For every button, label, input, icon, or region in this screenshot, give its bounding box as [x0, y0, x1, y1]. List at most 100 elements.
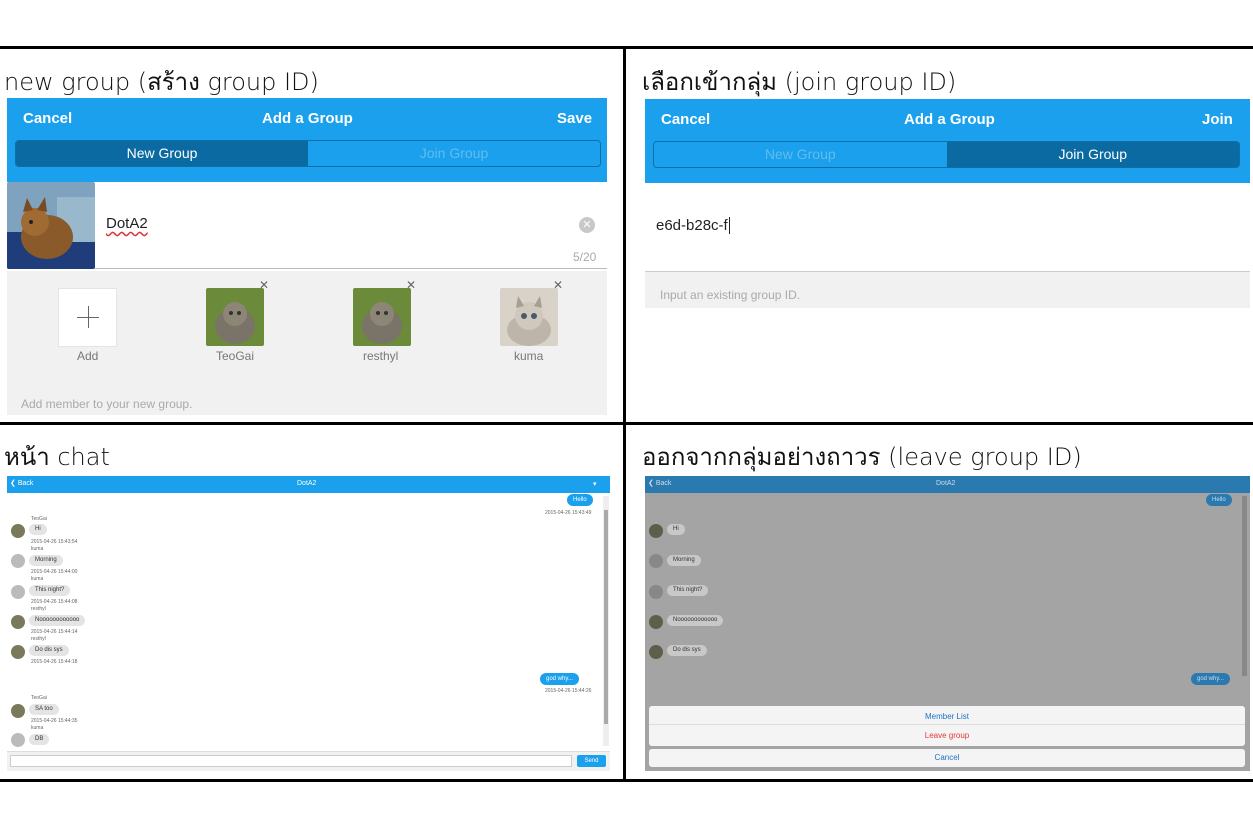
chat-title: DotA2	[297, 480, 317, 487]
message-bubble: Morning	[667, 555, 701, 566]
message-bubble: Noooooooooooo	[667, 615, 724, 626]
avatar	[649, 645, 663, 659]
cancel-button[interactable]: Cancel	[23, 110, 72, 127]
sender-name: kuma	[31, 546, 44, 552]
add-label: Add	[77, 349, 99, 363]
char-counter: 5/20	[573, 250, 597, 264]
remove-member-icon[interactable]: ✕	[259, 278, 269, 292]
message-bubble-self: Hello	[567, 494, 593, 506]
add-member-button[interactable]	[58, 288, 117, 347]
tab-join-group[interactable]: Join Group	[308, 141, 600, 166]
scrollbar-thumb	[1242, 496, 1247, 676]
remove-member-icon[interactable]: ✕	[406, 278, 416, 292]
message-time: 2015-04-26 15:44:35	[31, 718, 78, 724]
message-bubble: Noooooooooooo	[29, 615, 86, 626]
avatar[interactable]	[11, 554, 25, 568]
frame-middle-line	[0, 422, 1253, 425]
remove-member-icon[interactable]: ✕	[553, 278, 563, 292]
member-name: kuma	[514, 349, 544, 363]
message-time: 2015-04-26 15:43:54	[31, 539, 78, 545]
chat-panel: ❮ Back DotA2 ▾ Hello 2015-04-26 15:43:49…	[7, 476, 610, 771]
message-time: 2015-04-26 15:44:14	[31, 629, 78, 635]
group-id-value: e6d-b28c-f	[656, 217, 728, 234]
sender-name: kuma	[31, 576, 44, 582]
avatar[interactable]	[11, 704, 25, 718]
message-bubble: SA too	[29, 704, 59, 715]
message-bubble: DB	[29, 734, 50, 745]
join-group-panel: Cancel Add a Group Join New Group Join G…	[645, 99, 1250, 309]
message-time: 2015-04-26 15:44:18	[31, 659, 78, 665]
message-bubble-self: god why...	[1191, 673, 1230, 685]
leave-panel: ❮ Back DotA2 Hello Hi Morning This night…	[645, 476, 1250, 771]
message-bubble: This night?	[667, 585, 709, 596]
group-avatar[interactable]	[7, 182, 95, 269]
message-input[interactable]	[10, 755, 572, 767]
name-section	[7, 182, 607, 270]
avatar[interactable]	[11, 733, 25, 747]
message-bubble-self: god why...	[540, 673, 579, 685]
member-avatar[interactable]	[500, 288, 558, 346]
message-bubble: Morning	[29, 555, 63, 566]
back-button[interactable]: ❮ Back	[648, 479, 671, 487]
message-bubble: Hi	[29, 524, 47, 535]
message-time: 2015-04-26 15:44:26	[545, 688, 592, 694]
join-button[interactable]: Join	[1202, 111, 1233, 128]
sender-name: kuma	[31, 725, 44, 731]
avatar	[649, 524, 663, 538]
sender-name: resthyl	[31, 636, 46, 642]
tab-new-group[interactable]: New Group	[16, 141, 308, 166]
message-bubble: Hi	[667, 524, 685, 535]
sender-name: resthyl	[31, 606, 46, 612]
avatar	[649, 554, 663, 568]
scrollbar-thumb[interactable]	[604, 510, 608, 724]
message-bubble: Do dis sys	[29, 645, 69, 656]
member-avatar[interactable]	[353, 288, 411, 346]
message-time: 2015-04-26 15:44:08	[31, 599, 78, 605]
chat-title: DotA2	[936, 480, 956, 487]
member-name: resthyl	[363, 349, 399, 363]
caption-join-group: เลือกเข้ากลุ่ม (join group ID)	[642, 68, 957, 96]
caption-leave: ออกจากกลุ่มอย่างถาวร (leave group ID)	[642, 443, 1082, 471]
cancel-button[interactable]: Cancel	[649, 749, 1245, 767]
message-bubble: Do dis sys	[667, 645, 707, 656]
member-name: TeoGai	[216, 349, 255, 363]
caption-new-group: new group (สร้าง group ID)	[4, 68, 319, 96]
hint-text: Add member to your new group.	[21, 397, 193, 411]
hint-text: Input an existing group ID.	[660, 288, 801, 302]
avatar[interactable]	[11, 645, 25, 659]
caption-chat: หน้า chat	[4, 443, 110, 471]
sender-name: TeoGai	[31, 516, 47, 522]
leave-group-button[interactable]: Leave group	[649, 727, 1245, 744]
back-button[interactable]: ❮ Back	[10, 479, 33, 487]
new-group-panel: Cancel Add a Group Save New Group Join G…	[7, 98, 607, 415]
message-time: 2015-04-26 15:44:00	[31, 569, 78, 575]
clear-icon[interactable]: ✕	[579, 217, 595, 233]
avatar[interactable]	[11, 585, 25, 599]
save-button[interactable]: Save	[557, 110, 592, 127]
group-id-input[interactable]: e6d-b28c-f	[656, 217, 730, 234]
tab-join-group[interactable]: Join Group	[946, 142, 1239, 167]
group-name-input[interactable]: DotA2	[106, 215, 148, 232]
sender-name: TeoGai	[31, 695, 47, 701]
message-time: 2015-04-26 15:43:49	[545, 510, 592, 516]
dropdown-icon[interactable]: ▾	[593, 480, 597, 488]
segmented-control: New Group Join Group	[15, 140, 601, 167]
avatar[interactable]	[11, 615, 25, 629]
frame-bottom-line	[0, 779, 1253, 782]
tab-new-group[interactable]: New Group	[654, 142, 947, 167]
member-list-button[interactable]: Member List	[649, 708, 1245, 725]
avatar	[649, 585, 663, 599]
frame-top-line	[0, 46, 1253, 49]
header-title: Add a Group	[904, 111, 995, 128]
avatar	[649, 615, 663, 629]
cancel-button[interactable]: Cancel	[661, 111, 710, 128]
input-underline	[95, 268, 607, 269]
send-button[interactable]: Send	[577, 755, 606, 767]
member-avatar[interactable]	[206, 288, 264, 346]
segmented-control: New Group Join Group	[653, 141, 1240, 168]
message-bubble: This night?	[29, 585, 71, 596]
message-bubble-self: Hello	[1206, 494, 1232, 506]
header-title: Add a Group	[262, 110, 353, 127]
id-section	[645, 183, 1250, 272]
avatar[interactable]	[11, 524, 25, 538]
